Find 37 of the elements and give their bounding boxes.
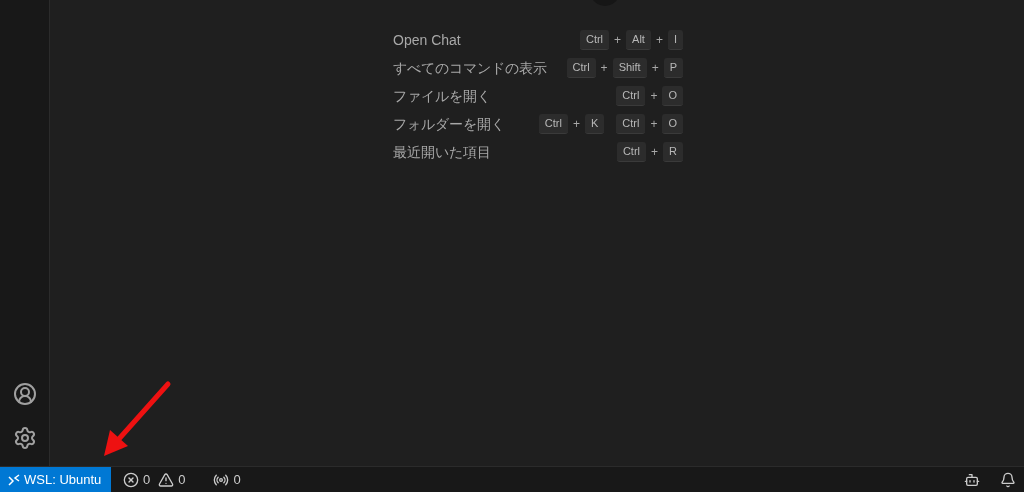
keyboard-key: Ctrl <box>616 142 647 162</box>
plus-sign: + <box>600 60 608 77</box>
command-label[interactable]: すべてのコマンドの表示 <box>393 57 547 79</box>
keyboard-key: Ctrl <box>616 114 646 134</box>
remote-button[interactable]: WSL: Ubuntu <box>0 467 111 492</box>
command-label[interactable]: Open Chat <box>393 29 461 51</box>
keyboard-key: R <box>663 142 683 162</box>
command-label[interactable]: 最近開いた項目 <box>393 141 491 163</box>
keyboard-key: Ctrl <box>538 114 568 134</box>
keyboard-key: Ctrl <box>566 58 596 78</box>
ports-button[interactable]: 0 <box>205 469 249 490</box>
keyboard-key: P <box>663 58 683 78</box>
warning-icon <box>158 471 175 488</box>
settings-icon[interactable] <box>12 426 37 450</box>
keyboard-key: K <box>584 114 605 134</box>
keyboard-key: Ctrl <box>616 86 646 106</box>
command-label[interactable]: ファイルを開く <box>393 85 491 107</box>
keyboard-key: O <box>662 114 683 134</box>
plus-sign: + <box>651 144 659 161</box>
plus-sign: + <box>650 116 658 133</box>
keyboard-key: Shift <box>612 58 647 78</box>
keyboard-key: I <box>667 30 683 50</box>
plus-sign: + <box>614 32 622 49</box>
keyboard-key: Ctrl <box>579 30 610 50</box>
notifications-icon[interactable] <box>1000 471 1016 488</box>
account-icon[interactable] <box>12 382 37 406</box>
remote-icon <box>8 473 20 486</box>
plus-sign: + <box>572 116 580 133</box>
command-label[interactable]: フォルダーを開く <box>393 113 505 135</box>
problems-button[interactable]: 0 0 <box>115 469 194 490</box>
error-icon <box>123 471 139 488</box>
plus-sign: + <box>650 88 658 105</box>
keyboard-key: Alt <box>626 30 651 50</box>
keyboard-key: O <box>662 86 683 106</box>
copilot-icon[interactable] <box>964 471 980 488</box>
plus-sign: + <box>651 60 659 77</box>
plus-sign: + <box>655 32 663 49</box>
